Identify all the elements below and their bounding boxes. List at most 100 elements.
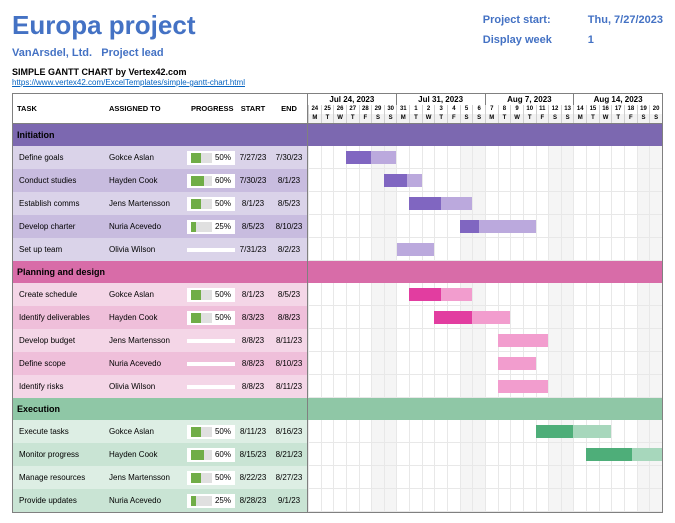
gantt-bar[interactable]	[397, 243, 435, 256]
task-row[interactable]: Create scheduleGokce Aslan50%8/1/238/5/2…	[13, 283, 307, 306]
project-subtitle: VanArsdel, Ltd. Project lead	[12, 47, 245, 59]
section-header-timeline	[308, 261, 662, 283]
display-week-value[interactable]: 1	[588, 34, 594, 46]
page-header: Europa project VanArsdel, Ltd. Project l…	[12, 10, 663, 87]
gantt-bar[interactable]	[460, 220, 536, 233]
task-start: 8/5/23	[235, 220, 271, 233]
task-end: 8/27/23	[271, 471, 307, 484]
day-of-week: M	[573, 114, 586, 123]
timeline-row	[308, 169, 662, 192]
day-num: 26	[333, 105, 346, 114]
gantt-bar[interactable]	[536, 425, 612, 438]
task-start: 8/1/23	[235, 197, 271, 210]
task-row[interactable]: Set up teamOlivia Wilson7/31/238/2/23	[13, 238, 307, 261]
task-progress: 50%	[187, 311, 235, 325]
day-of-week: T	[321, 114, 334, 123]
task-name: Define goals	[13, 151, 105, 164]
day-of-week: T	[586, 114, 599, 123]
task-row[interactable]: Identify risksOlivia Wilson8/8/238/11/23	[13, 375, 307, 398]
day-of-week: M	[308, 114, 321, 123]
task-start: 8/8/23	[235, 357, 271, 370]
task-start: 7/27/23	[235, 151, 271, 164]
timeline-row	[308, 466, 662, 489]
task-row[interactable]: Define scopeNuria Acevedo8/8/238/10/23	[13, 352, 307, 375]
task-assigned: Gokce Aslan	[105, 288, 187, 301]
task-end: 8/11/23	[271, 380, 307, 393]
task-row[interactable]: Establish commsJens Martensson50%8/1/238…	[13, 192, 307, 215]
day-of-week: F	[624, 114, 637, 123]
timeline-row	[308, 215, 662, 238]
task-row[interactable]: Define goalsGokce Aslan50%7/27/237/30/23	[13, 146, 307, 169]
gantt-bar[interactable]	[346, 151, 397, 164]
task-assigned: Olivia Wilson	[105, 243, 187, 256]
task-start: 8/11/23	[235, 425, 271, 438]
section-header: Initiation	[13, 124, 307, 146]
day-of-week: T	[498, 114, 511, 123]
day-of-week: F	[359, 114, 372, 123]
day-num: 31	[396, 105, 409, 114]
task-name: Create schedule	[13, 288, 105, 301]
day-of-week: S	[637, 114, 650, 123]
section-header: Planning and design	[13, 261, 307, 283]
gantt-bar[interactable]	[498, 334, 549, 347]
task-end: 8/21/23	[271, 448, 307, 461]
task-progress	[187, 339, 235, 343]
task-assigned: Hayden Cook	[105, 174, 187, 187]
timeline-row	[308, 329, 662, 352]
task-progress	[187, 362, 235, 366]
credit-link[interactable]: https://www.vertex42.com/ExcelTemplates/…	[12, 78, 245, 87]
day-num: 6	[472, 105, 485, 114]
section-header-timeline	[308, 398, 662, 420]
task-row[interactable]: Develop budgetJens Martensson8/8/238/11/…	[13, 329, 307, 352]
day-of-week: W	[333, 114, 346, 123]
task-assigned: Hayden Cook	[105, 311, 187, 324]
task-progress: 50%	[187, 288, 235, 302]
week-label: Aug 7, 2023	[485, 94, 574, 105]
day-num: 25	[321, 105, 334, 114]
task-start: 8/8/23	[235, 334, 271, 347]
gantt-bar[interactable]	[409, 288, 472, 301]
task-name: Conduct studies	[13, 174, 105, 187]
col-end: END	[271, 102, 307, 115]
task-name: Monitor progress	[13, 448, 105, 461]
section-header-timeline	[308, 124, 662, 146]
gantt-bar[interactable]	[434, 311, 510, 324]
task-row[interactable]: Manage resourcesJens Martensson50%8/22/2…	[13, 466, 307, 489]
task-row[interactable]: Conduct studiesHayden Cook60%7/30/238/1/…	[13, 169, 307, 192]
gantt-bar[interactable]	[409, 197, 472, 210]
task-row[interactable]: Provide updatesNuria Acevedo25%8/28/239/…	[13, 489, 307, 512]
col-task: TASK	[13, 102, 105, 115]
day-of-week: T	[434, 114, 447, 123]
task-progress: 50%	[187, 151, 235, 165]
week-label: Jul 31, 2023	[396, 94, 485, 105]
col-start: START	[235, 102, 271, 115]
day-num: 19	[637, 105, 650, 114]
task-row[interactable]: Identify deliverablesHayden Cook50%8/3/2…	[13, 306, 307, 329]
task-progress	[187, 248, 235, 252]
task-progress: 25%	[187, 220, 235, 234]
gantt-bar[interactable]	[498, 357, 536, 370]
week-label: Aug 14, 2023	[573, 94, 662, 105]
day-num: 17	[611, 105, 624, 114]
task-assigned: Hayden Cook	[105, 448, 187, 461]
project-meta: Project start: Thu, 7/27/2023 Display we…	[483, 10, 663, 54]
task-row[interactable]: Execute tasksGokce Aslan50%8/11/238/16/2…	[13, 420, 307, 443]
day-of-week: T	[611, 114, 624, 123]
task-assigned: Nuria Acevedo	[105, 220, 187, 233]
task-row[interactable]: Monitor progressHayden Cook60%8/15/238/2…	[13, 443, 307, 466]
task-row[interactable]: Develop charterNuria Acevedo25%8/5/238/1…	[13, 215, 307, 238]
timeline-row	[308, 352, 662, 375]
day-num: 8	[498, 105, 511, 114]
week-label: Jul 24, 2023	[308, 94, 396, 105]
task-assigned: Jens Martensson	[105, 471, 187, 484]
gantt-bar[interactable]	[384, 174, 422, 187]
gantt-bar[interactable]	[498, 380, 549, 393]
gantt-bar[interactable]	[586, 448, 662, 461]
task-end: 8/16/23	[271, 425, 307, 438]
day-of-week: S	[472, 114, 485, 123]
task-table: TASK ASSIGNED TO PROGRESS START END Init…	[12, 93, 308, 513]
task-name: Develop charter	[13, 220, 105, 233]
task-assigned: Gokce Aslan	[105, 425, 187, 438]
day-num: 13	[561, 105, 574, 114]
day-num: 2	[422, 105, 435, 114]
